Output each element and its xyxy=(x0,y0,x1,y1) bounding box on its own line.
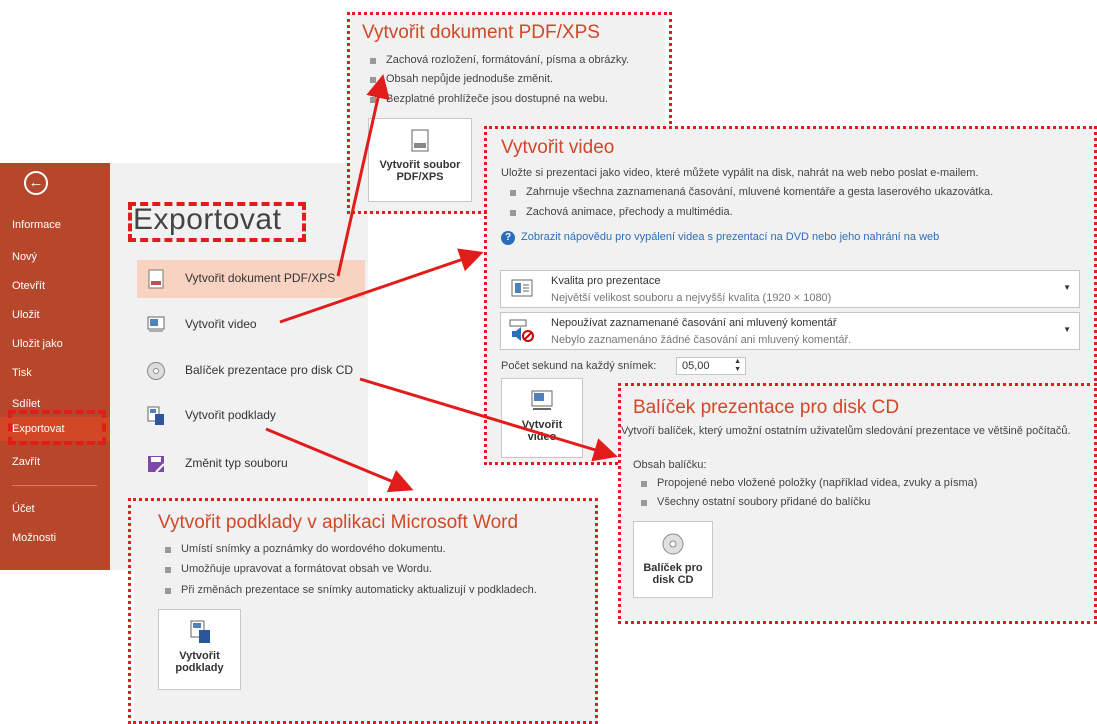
arrow-to-cd-panel xyxy=(359,377,618,462)
annotation-arrows xyxy=(265,74,618,493)
arrow-to-pdf-panel xyxy=(336,74,390,277)
arrow-to-video-panel xyxy=(279,248,484,324)
arrow-to-handouts-panel xyxy=(265,427,414,493)
